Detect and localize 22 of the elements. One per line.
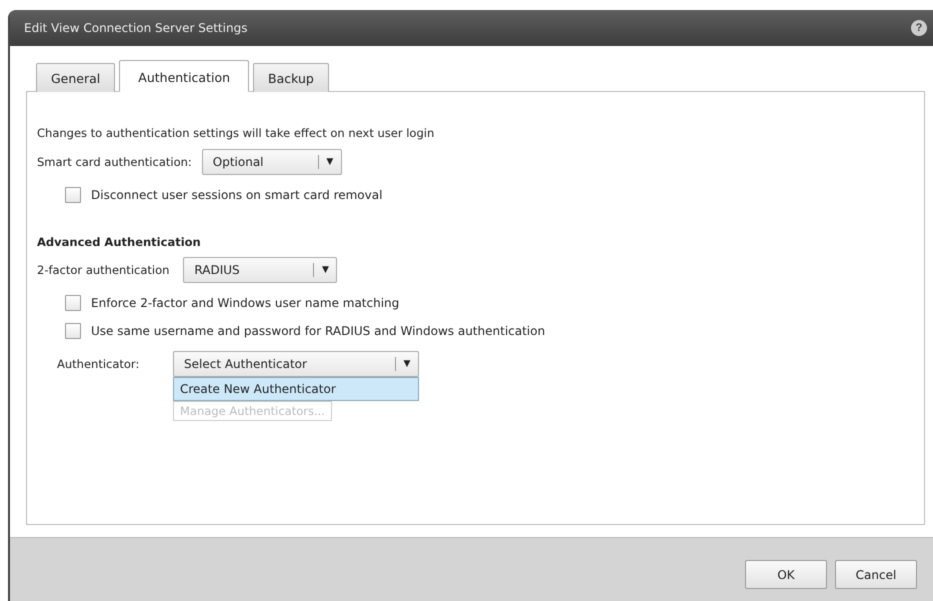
checkbox-label: Disconnect user sessions on smart card removal	[91, 188, 382, 202]
window-title: Edit View Connection Server Settings	[24, 21, 248, 35]
help-button[interactable]: ?	[911, 20, 927, 36]
tab[interactable]: Backup	[253, 63, 329, 92]
field-label: 2-factor authentication	[37, 263, 170, 277]
field-label: Authenticator:	[57, 357, 140, 371]
tab[interactable]: General	[36, 63, 116, 92]
dialog-button[interactable]: OK	[745, 560, 827, 589]
notice-text: Changes to authentication settings will take effect on next user login	[37, 126, 436, 140]
dropdown[interactable]: RADIUS ▼	[183, 257, 338, 283]
checkbox-label: Enforce 2-factor and Windows user name matching	[91, 296, 400, 310]
dialog-button[interactable]: Cancel	[835, 560, 917, 589]
checkbox[interactable]	[65, 187, 81, 203]
section-heading: Advanced Authentication	[37, 235, 202, 249]
checkbox-label: Use same username and password for RADIUS and Windows authentication	[91, 324, 546, 338]
field-label: Smart card authentication:	[37, 155, 192, 169]
dropdown[interactable]: Select Authenticator ▼	[173, 351, 419, 377]
checkbox[interactable]	[65, 295, 81, 311]
tab[interactable]: Authentication	[119, 60, 250, 92]
dropdown[interactable]: Optional ▼	[202, 149, 342, 175]
checkbox[interactable]	[65, 323, 81, 339]
menu-item[interactable]: Create New Authenticator	[173, 377, 419, 401]
